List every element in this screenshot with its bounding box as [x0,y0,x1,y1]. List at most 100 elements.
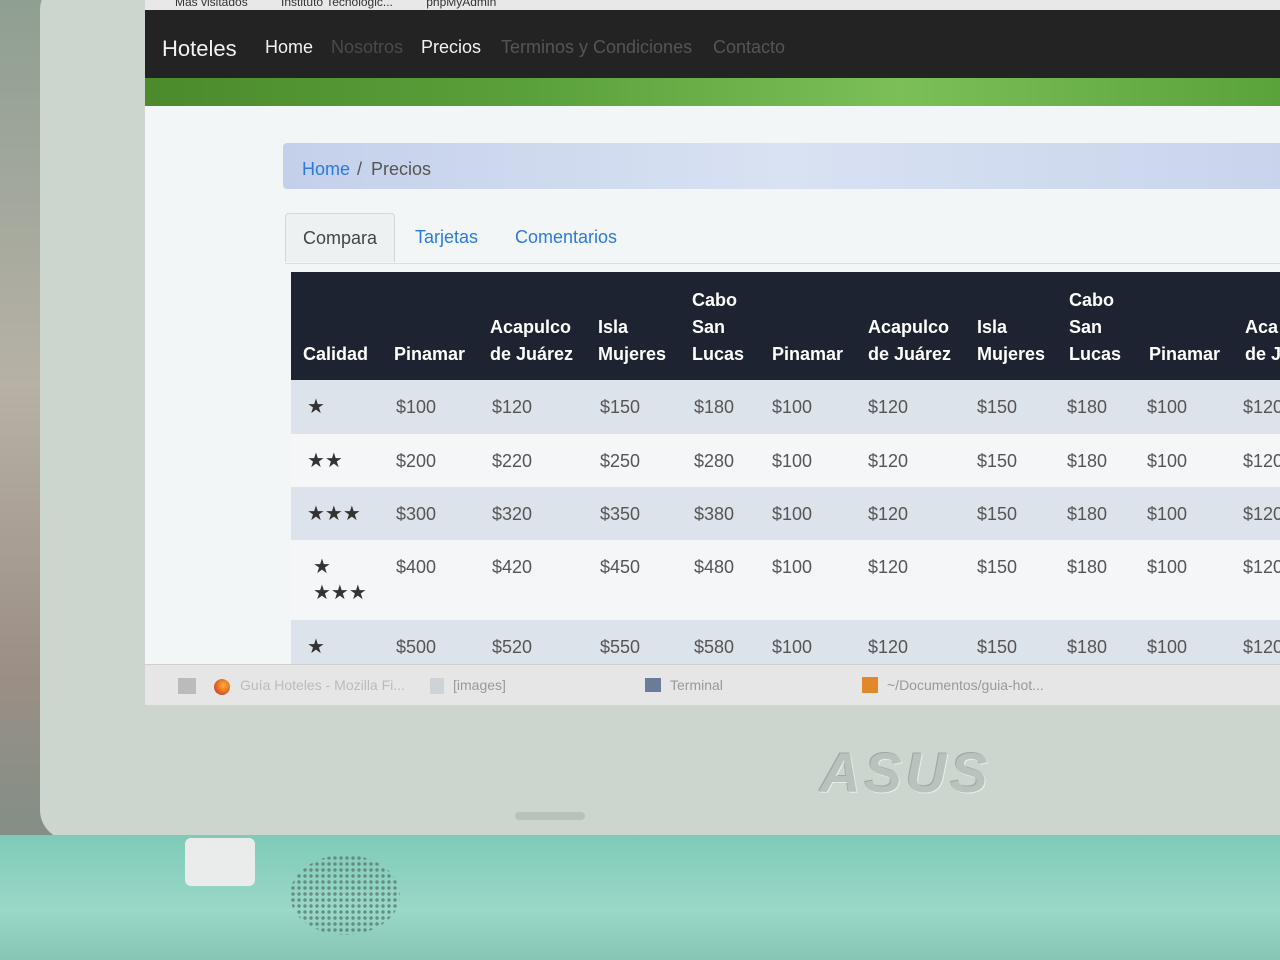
table-row: ★★★ $300 $320 $350 $380 $100 $120 $150 $180 $100 $… [291,487,1280,540]
price-cell: $500 [396,637,437,657]
price-cell: $180 [1067,637,1108,657]
price-cell: $150 [977,504,1018,524]
column-header: Acapulco de Juárez [868,317,952,364]
column-header: Aca de J [1245,317,1280,364]
header-accent-bar [145,78,1280,106]
price-cell: $180 [1067,557,1108,577]
column-header: Pinamar [394,344,466,364]
tab-compara[interactable]: Compara [285,213,395,262]
price-cell: $100 [1147,451,1188,471]
price-cell: $580 [694,637,735,657]
taskbar-item-folder[interactable]: ~/Documentos/guia-hot... [887,677,1044,693]
price-cell: $150 [977,637,1018,657]
column-header: Cabo San Lucas [1069,290,1122,364]
price-cell: $150 [977,451,1018,471]
taskbar-item-firefox[interactable]: Guía Hoteles - Mozilla Fi... [240,677,405,693]
image-viewer-icon [430,678,444,694]
laptop-logo: ASUS [820,741,992,804]
price-cell: $120 [1243,397,1280,417]
screen: Más visitados Instituto Tecnológic... ph… [145,0,1280,705]
table-row: ★★ $200 $220 $250 $280 $100 $120 $150 $180 $100 $1… [291,434,1280,487]
folder-icon [862,677,878,693]
table-header: Calidad Pinamar Acapulco de Juárez Isla … [291,272,1280,382]
tab-comentarios[interactable]: Comentarios [515,213,617,261]
price-cell: $100 [1147,637,1188,657]
price-cell: $520 [492,637,533,657]
price-cell: $150 [977,397,1018,417]
price-cell: $100 [396,397,437,417]
column-header: Cabo San Lucas [692,290,745,364]
table-row: ★ ★★★ $400 $420 $450 $480 $100 $120 $150 $180 $100… [291,540,1280,620]
column-header: Isla Mujeres [598,317,667,364]
column-header: Acapulco de Juárez [490,317,574,364]
breadcrumb-separator: / [357,159,363,179]
navbar: Hoteles Home Nosotros Precios Terminos y… [145,10,1280,78]
price-cell: $320 [492,504,533,524]
nav-link-terminos[interactable]: Terminos y Condiciones [501,37,692,58]
price-cell: $380 [694,504,735,524]
price-cell: $450 [600,557,641,577]
column-header: Pinamar [772,344,844,364]
firefox-icon [214,679,230,695]
price-cell: $100 [772,451,813,471]
column-header: Isla Mujeres [977,317,1046,364]
price-cell: $350 [600,504,641,524]
price-cell: $120 [492,397,533,417]
bookmark-item[interactable]: phpMyAdmin [426,0,496,9]
price-cell: $420 [492,557,533,577]
price-cell: $300 [396,504,437,524]
tabs: Compara Tarjetas Comentarios [285,213,1280,264]
star-rating: ★★★ [307,503,361,525]
price-cell: $180 [1067,504,1108,524]
price-cell: $480 [694,557,735,577]
star-rating: ★ [307,636,325,658]
price-cell: $100 [772,557,813,577]
price-cell: $100 [772,504,813,524]
price-cell: $120 [868,637,909,657]
bookmark-item[interactable]: Instituto Tecnológic... [281,0,393,9]
nav-link-nosotros[interactable]: Nosotros [331,37,403,58]
table-row: ★ $100 $120 $150 $180 $100 $120 $150 $180 $100 $12… [291,380,1280,434]
star-rating: ★ [307,396,325,418]
tab-tarjetas[interactable]: Tarjetas [415,213,478,261]
desktop-icon[interactable] [178,678,196,694]
laptop-hinge [185,838,255,886]
price-cell: $400 [396,557,437,577]
price-cell: $120 [868,451,909,471]
price-cell: $150 [977,557,1018,577]
star-rating: ★ ★★★ [313,556,367,604]
taskbar: Guía Hoteles - Mozilla Fi... [images] Te… [145,664,1280,705]
price-cell: $100 [1147,397,1188,417]
taskbar-item-images[interactable]: [images] [453,677,506,693]
speaker-grille [290,855,400,935]
breadcrumb-home-link[interactable]: Home [302,159,350,180]
price-cell: $100 [772,637,813,657]
nav-link-contacto[interactable]: Contacto [713,37,785,58]
column-header: Calidad [303,344,369,364]
price-cell: $150 [600,397,641,417]
breadcrumb: Home / Precios [283,143,1280,189]
terminal-icon [645,678,661,692]
nav-link-home[interactable]: Home [265,37,313,58]
nav-link-precios[interactable]: Precios [421,37,481,58]
bookmark-item[interactable]: Más visitados [175,0,248,9]
star-rating: ★★ [307,450,343,472]
price-cell: $250 [600,451,641,471]
navbar-brand[interactable]: Hoteles [162,36,237,62]
price-cell: $180 [694,397,735,417]
price-cell: $120 [1243,637,1280,657]
price-cell: $280 [694,451,735,471]
breadcrumb-current: Precios [371,159,432,179]
price-cell: $180 [1067,451,1108,471]
price-cell: $180 [1067,397,1108,417]
bezel-slot [515,812,585,820]
price-cell: $120 [868,397,909,417]
price-cell: $120 [1243,557,1280,577]
taskbar-item-terminal[interactable]: Terminal [670,677,723,693]
price-cell: $200 [396,451,437,471]
column-header: Pinamar [1149,344,1221,364]
price-cell: $120 [1243,451,1280,471]
price-cell: $120 [868,504,909,524]
price-cell: $100 [1147,557,1188,577]
price-cell: $100 [1147,504,1188,524]
